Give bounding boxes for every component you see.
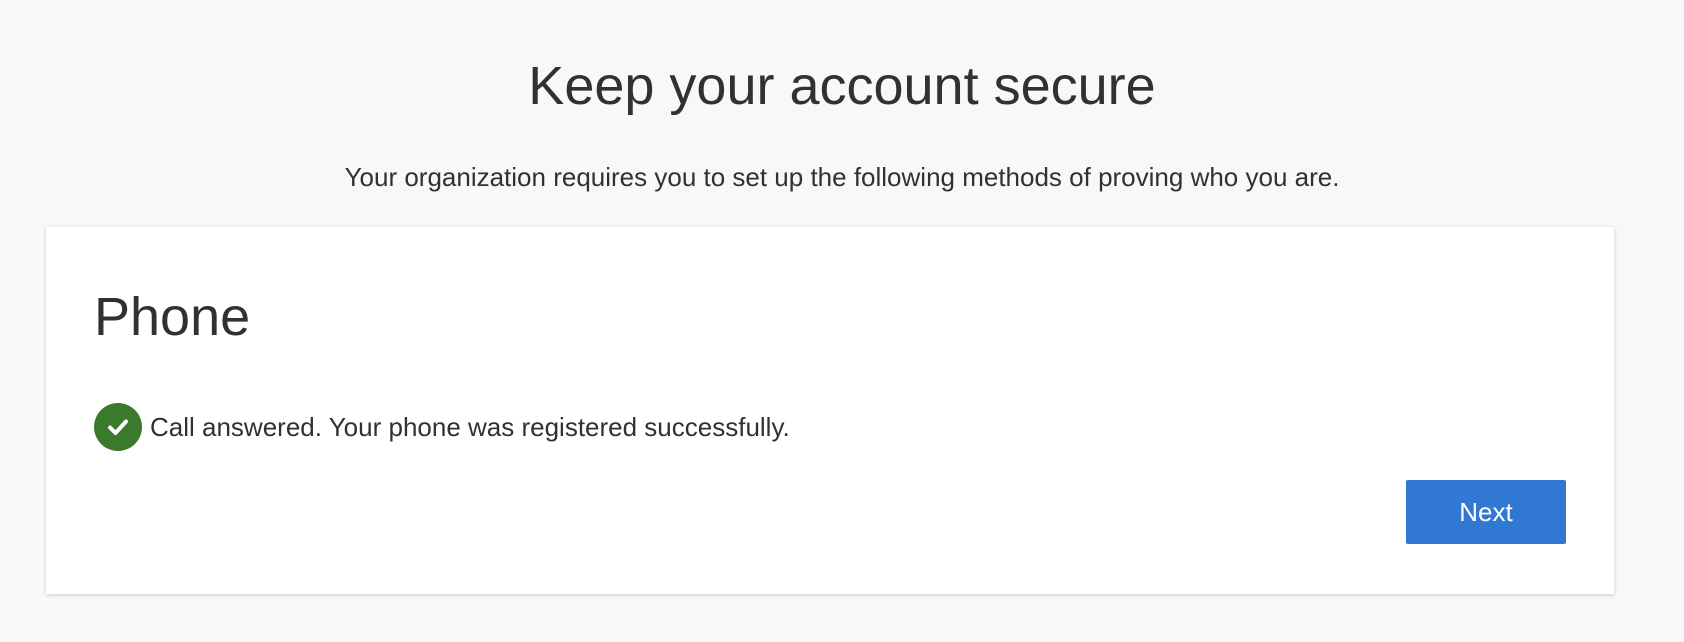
setup-method-card: Phone Call answered. Your phone was regi…	[46, 227, 1614, 594]
status-message-row: Call answered. Your phone was registered…	[94, 403, 790, 451]
page-subtitle: Your organization requires you to set up…	[344, 162, 1340, 192]
method-title: Phone	[94, 287, 251, 347]
page-title: Keep your account secure	[528, 56, 1156, 116]
checkmark-circle-icon	[94, 403, 142, 451]
next-button[interactable]: Next	[1406, 480, 1566, 544]
checkmark-icon	[108, 419, 128, 435]
status-message: Call answered. Your phone was registered…	[150, 412, 790, 442]
